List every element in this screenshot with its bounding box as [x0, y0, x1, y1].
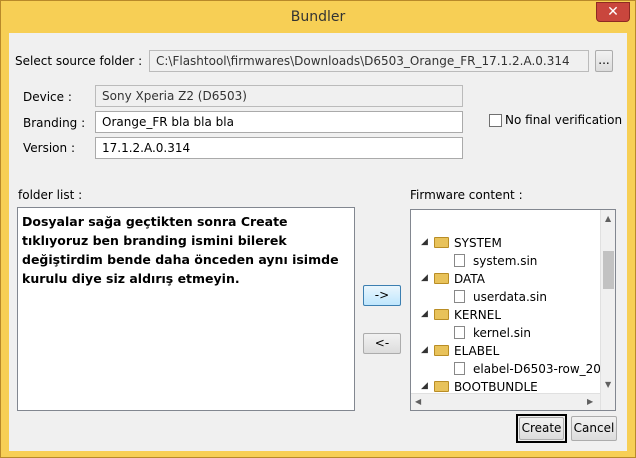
source-folder-label: Select source folder : [15, 54, 143, 68]
collapse-arrow-icon[interactable]: ◢ [421, 273, 428, 283]
file-icon [454, 290, 465, 303]
tree-item-label: elabel-D6503-row_20140 [473, 362, 616, 376]
close-button[interactable]: ✕ [596, 2, 630, 22]
title-bar[interactable]: Bundler ✕ [1, 1, 635, 33]
scroll-down-icon[interactable]: ▼ [605, 380, 611, 389]
scroll-up-icon[interactable]: ▲ [605, 214, 611, 223]
cancel-button[interactable]: Cancel [571, 416, 617, 441]
move-left-button[interactable]: <- [363, 333, 401, 354]
window-title: Bundler [290, 9, 346, 25]
collapse-arrow-icon[interactable]: ◢ [421, 237, 428, 247]
firmware-content-tree[interactable]: ◢ SYSTEM system.sin ◢ DATA userdata.sin … [410, 209, 616, 411]
scroll-left-icon[interactable]: ◀ [415, 397, 421, 406]
tree-item-label: ELABEL [454, 344, 500, 358]
collapse-arrow-icon[interactable]: ◢ [421, 345, 428, 355]
no-final-verification-label[interactable]: No final verification [505, 113, 622, 127]
folder-icon [434, 345, 449, 356]
folder-icon [434, 237, 449, 248]
tree-item-label: BOOTBUNDLE [454, 380, 538, 394]
branding-input[interactable]: Orange_FR bla bla bla [95, 111, 463, 133]
folder-list[interactable]: Dosyalar sağa geçtikten sonra Create tık… [17, 207, 355, 411]
file-icon [454, 362, 465, 375]
no-final-verification-checkbox[interactable] [489, 114, 502, 127]
device-label: Device : [23, 90, 72, 104]
firmware-content-label: Firmware content : [410, 188, 523, 202]
horizontal-scrollbar[interactable]: ◀ ▶ [411, 393, 600, 410]
vertical-scrollbar[interactable]: ▲ ▼ [600, 210, 615, 410]
folder-icon [434, 273, 449, 284]
folder-icon [434, 381, 449, 392]
vertical-scroll-thumb[interactable] [603, 251, 614, 289]
source-folder-field[interactable]: C:\Flashtool\firmwares\Downloads\D6503_O… [149, 50, 589, 72]
folder-list-label: folder list : [18, 188, 83, 202]
create-button[interactable]: Create [519, 417, 564, 440]
version-input[interactable]: 17.1.2.A.0.314 [95, 137, 463, 159]
tree-item-label: system.sin [473, 254, 538, 268]
tree-item-label: kernel.sin [473, 326, 531, 340]
file-icon [454, 326, 465, 339]
browse-button[interactable]: ... [595, 50, 613, 72]
collapse-arrow-icon[interactable]: ◢ [421, 309, 428, 319]
scroll-right-icon[interactable]: ▶ [587, 397, 593, 406]
tree-item-label: DATA [454, 272, 485, 286]
dialog-body: Select source folder : C:\Flashtool\firm… [9, 33, 627, 451]
bundler-window: Bundler ✕ Select source folder : C:\Flas… [0, 0, 636, 458]
tree-item-label: SYSTEM [454, 236, 502, 250]
version-label: Version : [23, 141, 75, 155]
tree-item-label: KERNEL [454, 308, 502, 322]
folder-icon [434, 309, 449, 320]
move-right-button[interactable]: -> [363, 285, 401, 306]
tree-item-label: userdata.sin [473, 290, 547, 304]
file-icon [454, 254, 465, 267]
collapse-arrow-icon[interactable]: ◢ [421, 381, 428, 391]
branding-label: Branding : [23, 116, 86, 130]
device-field: Sony Xperia Z2 (D6503) [95, 85, 463, 107]
